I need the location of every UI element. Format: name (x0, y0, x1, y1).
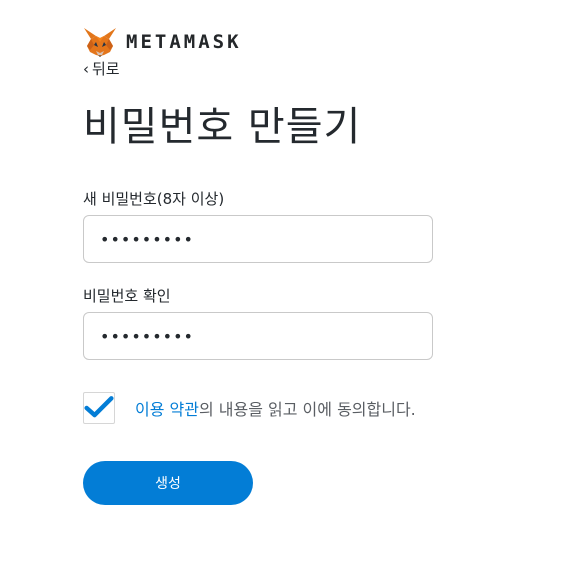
confirm-password-label: 비밀번호 확인 (83, 287, 171, 305)
create-button[interactable]: 생성 (83, 461, 253, 505)
terms-text: 이용 약관의 내용을 읽고 이에 동의합니다. (135, 396, 416, 420)
terms-of-use-link[interactable]: 이용 약관 (135, 400, 199, 419)
new-password-label: 새 비밀번호(8자 이상) (83, 190, 225, 208)
checkmark-icon (84, 396, 114, 418)
back-label: 뒤로 (92, 60, 120, 78)
page-title: 비밀번호 만들기 (83, 104, 362, 150)
terms-checkbox[interactable] (83, 392, 115, 424)
chevron-left-icon: ‹ (83, 59, 89, 78)
metamask-wordmark: METAMASK (126, 30, 242, 53)
create-password-page: METAMASK ‹ 뒤로 비밀번호 만들기 새 비밀번호(8자 이상) 비밀번… (0, 0, 588, 572)
terms-row: 이용 약관의 내용을 읽고 이에 동의합니다. (83, 392, 416, 424)
back-button[interactable]: ‹ 뒤로 (83, 58, 120, 79)
confirm-password-input[interactable] (83, 312, 433, 360)
new-password-input[interactable] (83, 215, 433, 263)
metamask-fox-icon (84, 28, 116, 57)
header: METAMASK (83, 25, 242, 59)
terms-agreement-text: 의 내용을 읽고 이에 동의합니다. (198, 400, 416, 419)
